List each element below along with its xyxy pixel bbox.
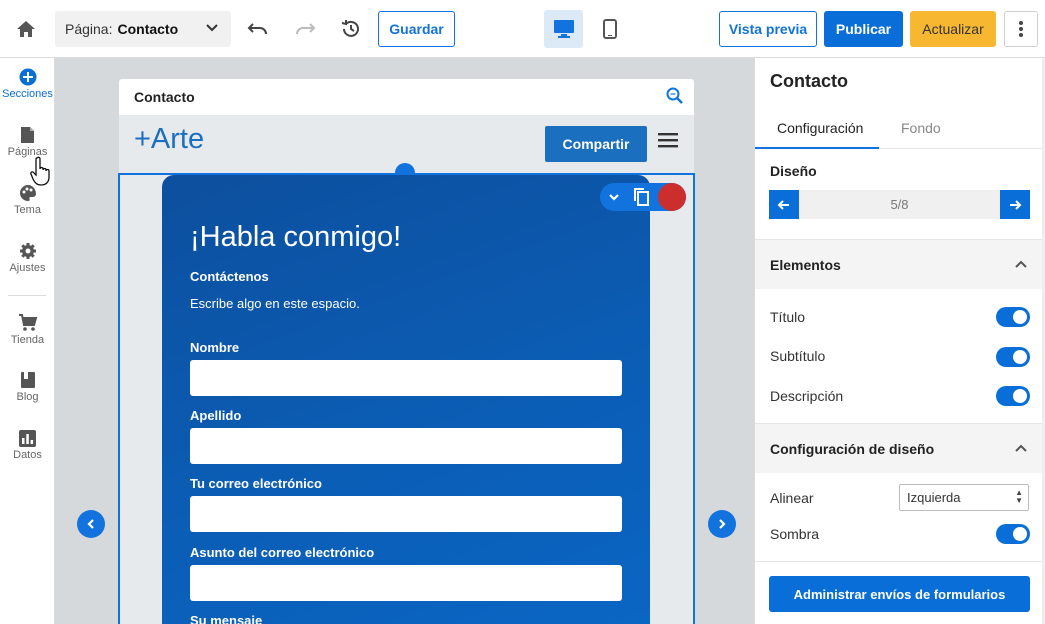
select-arrows-icon: ▲ ▼ — [1015, 488, 1023, 505]
email-label: Tu correo electrónico — [190, 476, 322, 491]
align-select[interactable]: Izquierda ▲ ▼ — [899, 484, 1029, 511]
shadow-label: Sombra — [770, 526, 820, 542]
home-icon[interactable] — [12, 16, 40, 42]
contact-form-card: ¡Habla conmigo! Contáctenos Escribe algo… — [162, 175, 650, 624]
align-select-value: Izquierda — [907, 490, 961, 505]
elements-heading: Elementos — [770, 257, 841, 273]
tab-background[interactable]: Fondo — [901, 120, 941, 136]
left-sidebar: Secciones Páginas Tema Ajustes Tienda Bl… — [0, 58, 55, 624]
subtitle-toggle-label: Subtítulo — [770, 348, 826, 364]
plus-circle-icon — [0, 66, 55, 88]
title-toggle-label: Título — [770, 309, 806, 325]
chevron-down-icon — [205, 21, 219, 38]
form-subtitle: Contáctenos — [190, 269, 269, 284]
chevron-up-icon[interactable] — [1014, 257, 1028, 276]
tab-active-indicator — [755, 147, 879, 149]
design-heading: Diseño — [770, 163, 817, 179]
hamburger-menu-icon[interactable] — [658, 132, 678, 153]
page-selector[interactable]: Página: Contacto — [55, 11, 231, 47]
sidebar-item-label: Tema — [14, 204, 41, 216]
publish-button[interactable]: Publicar — [824, 11, 903, 47]
align-label: Alinear — [770, 490, 814, 506]
search-icon[interactable] — [666, 87, 684, 108]
undo-icon[interactable] — [245, 16, 271, 42]
sidebar-item-settings[interactable]: Ajustes — [0, 240, 55, 274]
hand-cursor-icon — [30, 156, 56, 191]
preview-button[interactable]: Vista previa — [719, 11, 817, 47]
panel-divider — [755, 561, 1045, 562]
sidebar-item-store[interactable]: Tienda — [0, 312, 55, 346]
site-page-name: Contacto — [134, 89, 195, 105]
settings-panel: Contacto Configuración Fondo Diseño 5/8 … — [754, 58, 1045, 624]
top-toolbar: Página: Contacto Guardar Vista previa Pu… — [0, 0, 1045, 58]
design-settings-heading: Configuración de diseño — [770, 441, 935, 457]
mobile-view-icon[interactable] — [596, 10, 624, 48]
chevron-up-icon[interactable] — [1014, 441, 1028, 460]
site-logo[interactable]: +Arte — [134, 123, 204, 156]
subject-field[interactable] — [190, 565, 622, 601]
panel-title: Contacto — [770, 71, 848, 91]
sidebar-item-label: Ajustes — [9, 262, 46, 274]
tab-configuration[interactable]: Configuración — [777, 120, 863, 136]
update-button[interactable]: Actualizar — [910, 11, 996, 47]
redo-icon[interactable] — [292, 16, 318, 42]
arrow-left-icon[interactable] — [769, 190, 799, 219]
sidebar-item-label: Blog — [16, 391, 39, 403]
editor-canvas: Contacto +Arte Compartir ¡Habla conmigo!… — [55, 58, 754, 624]
chevron-right-icon[interactable] — [708, 510, 736, 538]
shadow-toggle[interactable] — [996, 524, 1030, 544]
desktop-view-icon[interactable] — [544, 10, 583, 48]
book-icon — [0, 369, 55, 391]
chevron-left-icon[interactable] — [77, 510, 105, 538]
page-selector-value: Contacto — [117, 21, 179, 37]
delete-icon[interactable] — [658, 183, 686, 211]
last-name-label: Apellido — [190, 408, 242, 423]
page-icon — [0, 124, 55, 146]
email-field[interactable] — [190, 496, 622, 532]
cart-icon — [0, 312, 55, 334]
save-button[interactable]: Guardar — [378, 11, 455, 47]
form-title: ¡Habla conmigo! — [190, 221, 402, 253]
design-value: 5/8 — [890, 197, 909, 212]
chart-icon — [0, 427, 55, 449]
description-toggle-label: Descripción — [770, 388, 844, 404]
subject-label: Asunto del correo electrónico — [190, 545, 375, 560]
description-toggle[interactable] — [996, 386, 1030, 406]
sidebar-item-sections[interactable]: Secciones — [0, 66, 55, 100]
form-description: Escribe algo en este espacio. — [190, 296, 360, 311]
gear-icon — [0, 240, 55, 262]
title-toggle[interactable] — [996, 307, 1030, 327]
sidebar-item-label: Secciones — [2, 88, 53, 100]
more-options-icon[interactable] — [1004, 11, 1038, 47]
sidebar-item-label: Datos — [13, 449, 42, 461]
last-name-field[interactable] — [190, 428, 622, 464]
sidebar-divider — [8, 295, 46, 296]
sidebar-item-data[interactable]: Datos — [0, 427, 55, 461]
arrow-right-icon[interactable] — [1000, 190, 1030, 219]
first-name-field[interactable] — [190, 360, 622, 396]
sidebar-item-blog[interactable]: Blog — [0, 369, 55, 403]
history-icon[interactable] — [338, 16, 364, 42]
design-stepper: 5/8 — [769, 190, 1030, 219]
sidebar-item-pages[interactable]: Páginas — [0, 124, 55, 158]
duplicate-icon[interactable] — [633, 187, 651, 212]
message-label: Su mensaje — [190, 613, 263, 624]
first-name-label: Nombre — [190, 340, 240, 355]
section-toolbar — [600, 183, 686, 211]
site-page-header: Contacto — [119, 79, 694, 115]
subtitle-toggle[interactable] — [996, 347, 1030, 367]
page-selector-label: Página: — [65, 21, 113, 37]
share-button[interactable]: Compartir — [545, 126, 647, 162]
chevron-down-icon[interactable] — [605, 188, 623, 211]
manage-form-submissions-button[interactable]: Administrar envíos de formularios — [769, 576, 1030, 612]
sidebar-item-label: Tienda — [10, 334, 45, 346]
